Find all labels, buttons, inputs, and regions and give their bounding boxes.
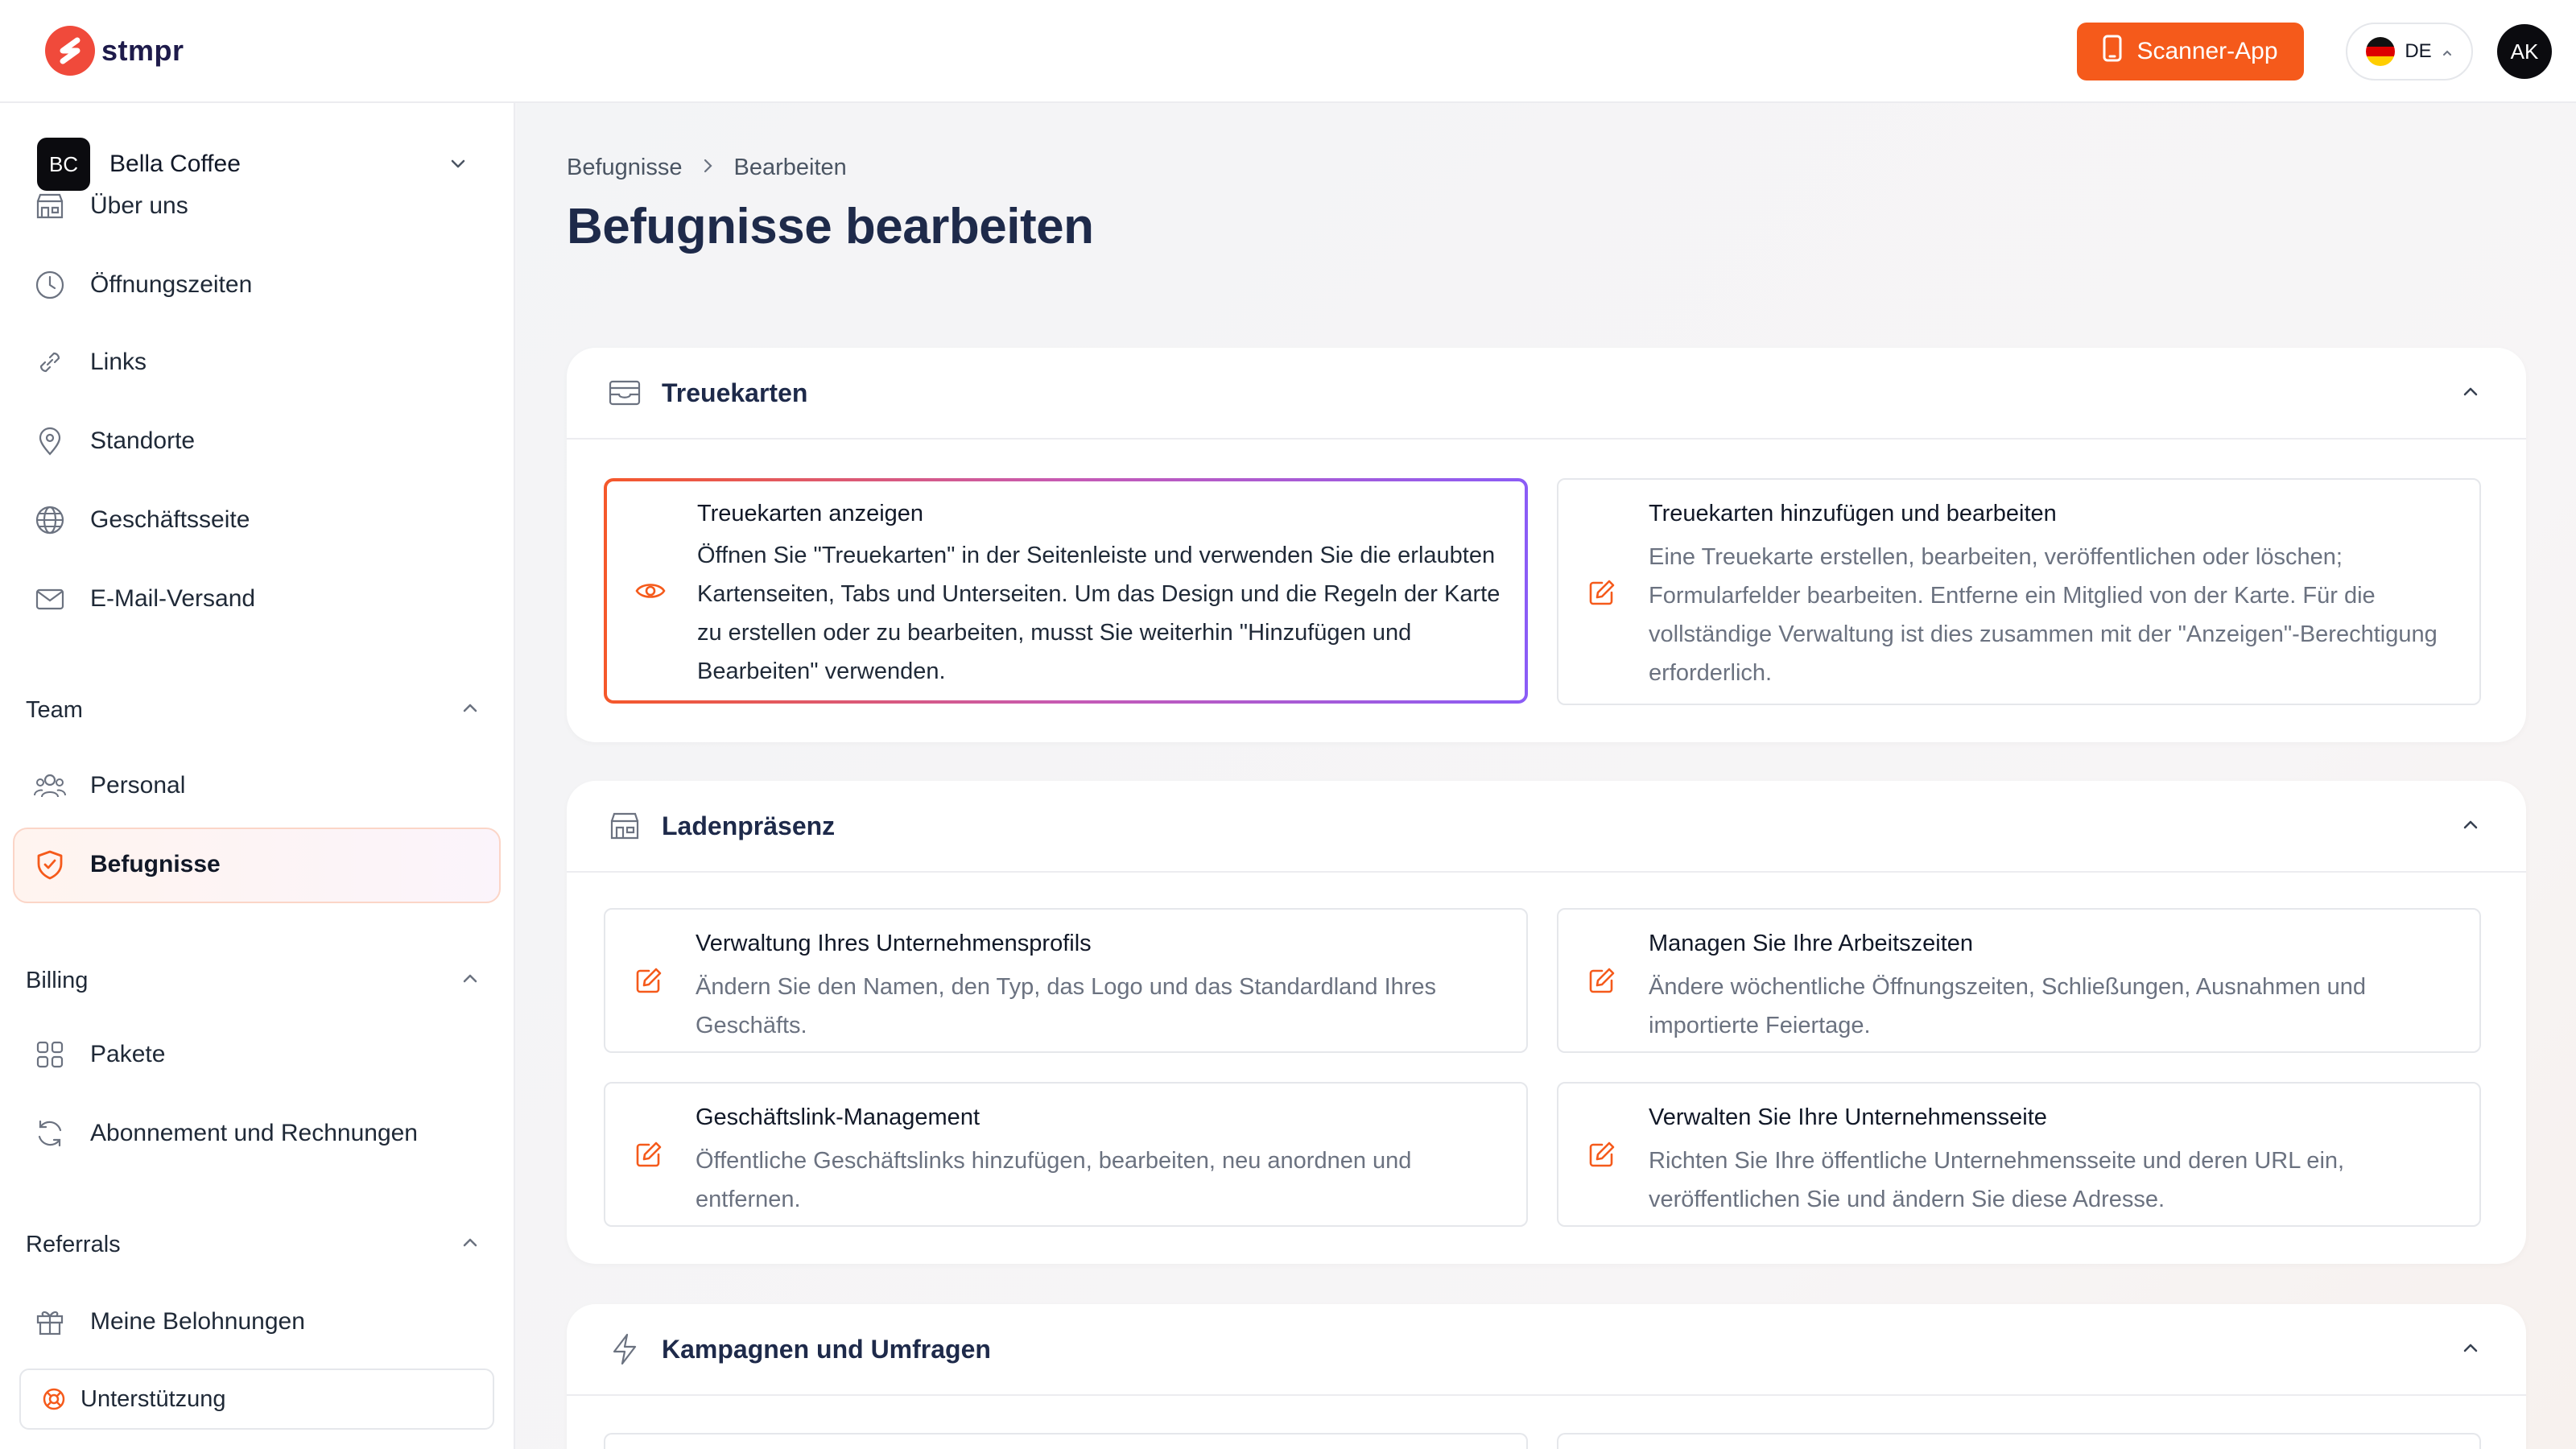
scanner-app-label: Scanner-App <box>2136 38 2278 64</box>
section-header[interactable]: Treuekarten <box>567 348 2526 440</box>
chevron-up-icon[interactable] <box>459 697 481 724</box>
brand-logo[interactable]: stmpr <box>45 26 184 76</box>
link-icon <box>32 345 68 380</box>
support-label: Unterstützung <box>80 1385 226 1412</box>
edit-icon <box>633 964 665 997</box>
section-card-store-presence: Ladenpräsenz Verwaltung Ihres Unternehme… <box>567 781 2526 1264</box>
permission-option[interactable] <box>1557 1433 2481 1449</box>
top-bar: stmpr Scanner-App DE AK <box>0 0 2576 103</box>
permission-title: Verwaltung Ihres Unternehmensprofils <box>696 931 1092 956</box>
user-avatar[interactable]: AK <box>2497 24 2552 79</box>
chevron-right-icon <box>702 155 715 181</box>
wallet-icon <box>607 375 642 411</box>
section-header[interactable]: Ladenpräsenz <box>567 781 2526 873</box>
permission-option[interactable]: Geschäftslink-Management Öffentliche Ges… <box>604 1082 1528 1227</box>
store-icon <box>32 188 68 224</box>
sidebar-item-staff[interactable]: Personal <box>32 762 185 810</box>
refresh-icon <box>32 1116 68 1151</box>
sidebar-item-email[interactable]: E-Mail-Versand <box>32 575 255 623</box>
section-referrals-heading[interactable]: Referrals <box>26 1232 121 1258</box>
sidebar-item-locations[interactable]: Standorte <box>32 417 195 465</box>
permission-description: Öffentliche Geschäftslinks hinzufügen, b… <box>696 1148 1412 1212</box>
sidebar-item-rewards[interactable]: Meine Belohnungen <box>32 1298 305 1346</box>
store-icon <box>607 808 642 844</box>
chevron-up-icon[interactable] <box>459 1232 481 1258</box>
edit-icon <box>633 1138 665 1170</box>
permission-option[interactable]: Verwaltung Ihres Unternehmensprofils Änd… <box>604 908 1528 1053</box>
chevron-up-icon[interactable] <box>2458 1336 2483 1364</box>
page-title: Befugnisse bearbeiten <box>567 199 1094 254</box>
sidebar-item-subscription[interactable]: Abonnement und Rechnungen <box>32 1109 418 1158</box>
german-flag-icon <box>2366 37 2396 66</box>
chevron-up-icon <box>2442 40 2453 63</box>
permission-description: Ändern Sie den Namen, den Typ, das Logo … <box>696 974 1437 1038</box>
phone-icon <box>2103 35 2122 68</box>
edit-icon <box>1586 964 1618 997</box>
permission-description: Richten Sie Ihre öffentliche Unternehmen… <box>1649 1148 2345 1212</box>
permission-title: Managen Sie Ihre Arbeitszeiten <box>1649 931 1974 956</box>
gift-icon <box>32 1304 68 1340</box>
permission-option[interactable]: Managen Sie Ihre Arbeitszeiten Ändere wö… <box>1557 908 2481 1053</box>
org-name: Bella Coffee <box>109 151 241 177</box>
permission-option[interactable] <box>604 1433 1528 1449</box>
section-header[interactable]: Kampagnen und Umfragen <box>567 1304 2526 1396</box>
eye-icon <box>634 575 667 607</box>
permission-title: Treuekarten anzeigen <box>697 501 924 526</box>
map-pin-icon <box>32 423 68 459</box>
mail-icon <box>32 581 68 617</box>
permission-option-selected[interactable]: Treuekarten anzeigen Öffnen Sie "Treueka… <box>604 478 1528 704</box>
grid-icon <box>32 1037 68 1072</box>
main-content: Befugnisse Bearbeiten Befugnisse bearbei… <box>517 103 2576 1449</box>
org-badge: BC <box>37 138 90 191</box>
permission-option[interactable]: Treuekarten hinzufügen und bearbeiten Ei… <box>1557 478 2481 705</box>
scanner-app-button[interactable]: Scanner-App <box>2077 23 2304 80</box>
breadcrumb: Befugnisse Bearbeiten <box>567 155 847 181</box>
section-card-campaigns: Kampagnen und Umfragen <box>567 1304 2526 1449</box>
organization-switcher[interactable]: BC Bella Coffee <box>37 135 485 193</box>
sidebar-item-packages[interactable]: Pakete <box>32 1030 165 1079</box>
permission-description: Öffnen Sie "Treuekarten" in der Seitenle… <box>697 543 1501 684</box>
edit-icon <box>1586 576 1618 609</box>
sidebar: BC Bella Coffee Über uns Öffnungszeiten … <box>0 103 515 1449</box>
section-team-heading[interactable]: Team <box>26 697 83 724</box>
lightning-icon <box>607 1331 642 1367</box>
stmpr-logo-icon <box>45 26 95 76</box>
permission-description: Eine Treuekarte erstellen, bearbeiten, v… <box>1649 544 2438 686</box>
language-selector[interactable]: DE <box>2346 23 2473 80</box>
section-billing-heading[interactable]: Billing <box>26 968 88 994</box>
permission-title: Geschäftslink-Management <box>696 1104 980 1130</box>
permission-title: Verwalten Sie Ihre Unternehmensseite <box>1649 1104 2047 1130</box>
permission-option[interactable]: Verwalten Sie Ihre Unternehmensseite Ric… <box>1557 1082 2481 1227</box>
permission-description: Ändere wöchentliche Öffnungszeiten, Schl… <box>1649 974 2367 1038</box>
breadcrumb-edit: Bearbeiten <box>733 155 847 180</box>
shield-check-icon <box>32 847 68 882</box>
chevron-up-icon[interactable] <box>2458 380 2483 408</box>
language-label: DE <box>2405 40 2432 62</box>
section-title: Treuekarten <box>662 378 808 407</box>
chevron-down-icon <box>448 153 469 178</box>
edit-icon <box>1586 1138 1618 1170</box>
lifebuoy-icon <box>42 1387 66 1411</box>
sidebar-item-links[interactable]: Links <box>32 338 147 386</box>
section-card-loyalty-cards: Treuekarten Treuekarten anzeigen Öffnen … <box>567 348 2526 742</box>
section-title: Kampagnen und Umfragen <box>662 1334 991 1364</box>
sidebar-item-permissions[interactable]: Befugnisse <box>32 840 221 889</box>
brand-name: stmpr <box>101 34 184 67</box>
breadcrumb-permissions[interactable]: Befugnisse <box>567 155 683 181</box>
chevron-up-icon[interactable] <box>459 968 481 994</box>
permission-title: Treuekarten hinzufügen und bearbeiten <box>1649 501 2057 526</box>
clock-icon <box>32 267 68 303</box>
support-button[interactable]: Unterstützung <box>19 1368 494 1430</box>
section-title: Ladenpräsenz <box>662 811 836 840</box>
sidebar-item-business-page[interactable]: Geschäftsseite <box>32 496 250 544</box>
chevron-up-icon[interactable] <box>2458 813 2483 841</box>
globe-icon <box>32 502 68 538</box>
users-icon <box>32 768 68 803</box>
sidebar-item-opening-hours[interactable]: Öffnungszeiten <box>32 261 252 309</box>
